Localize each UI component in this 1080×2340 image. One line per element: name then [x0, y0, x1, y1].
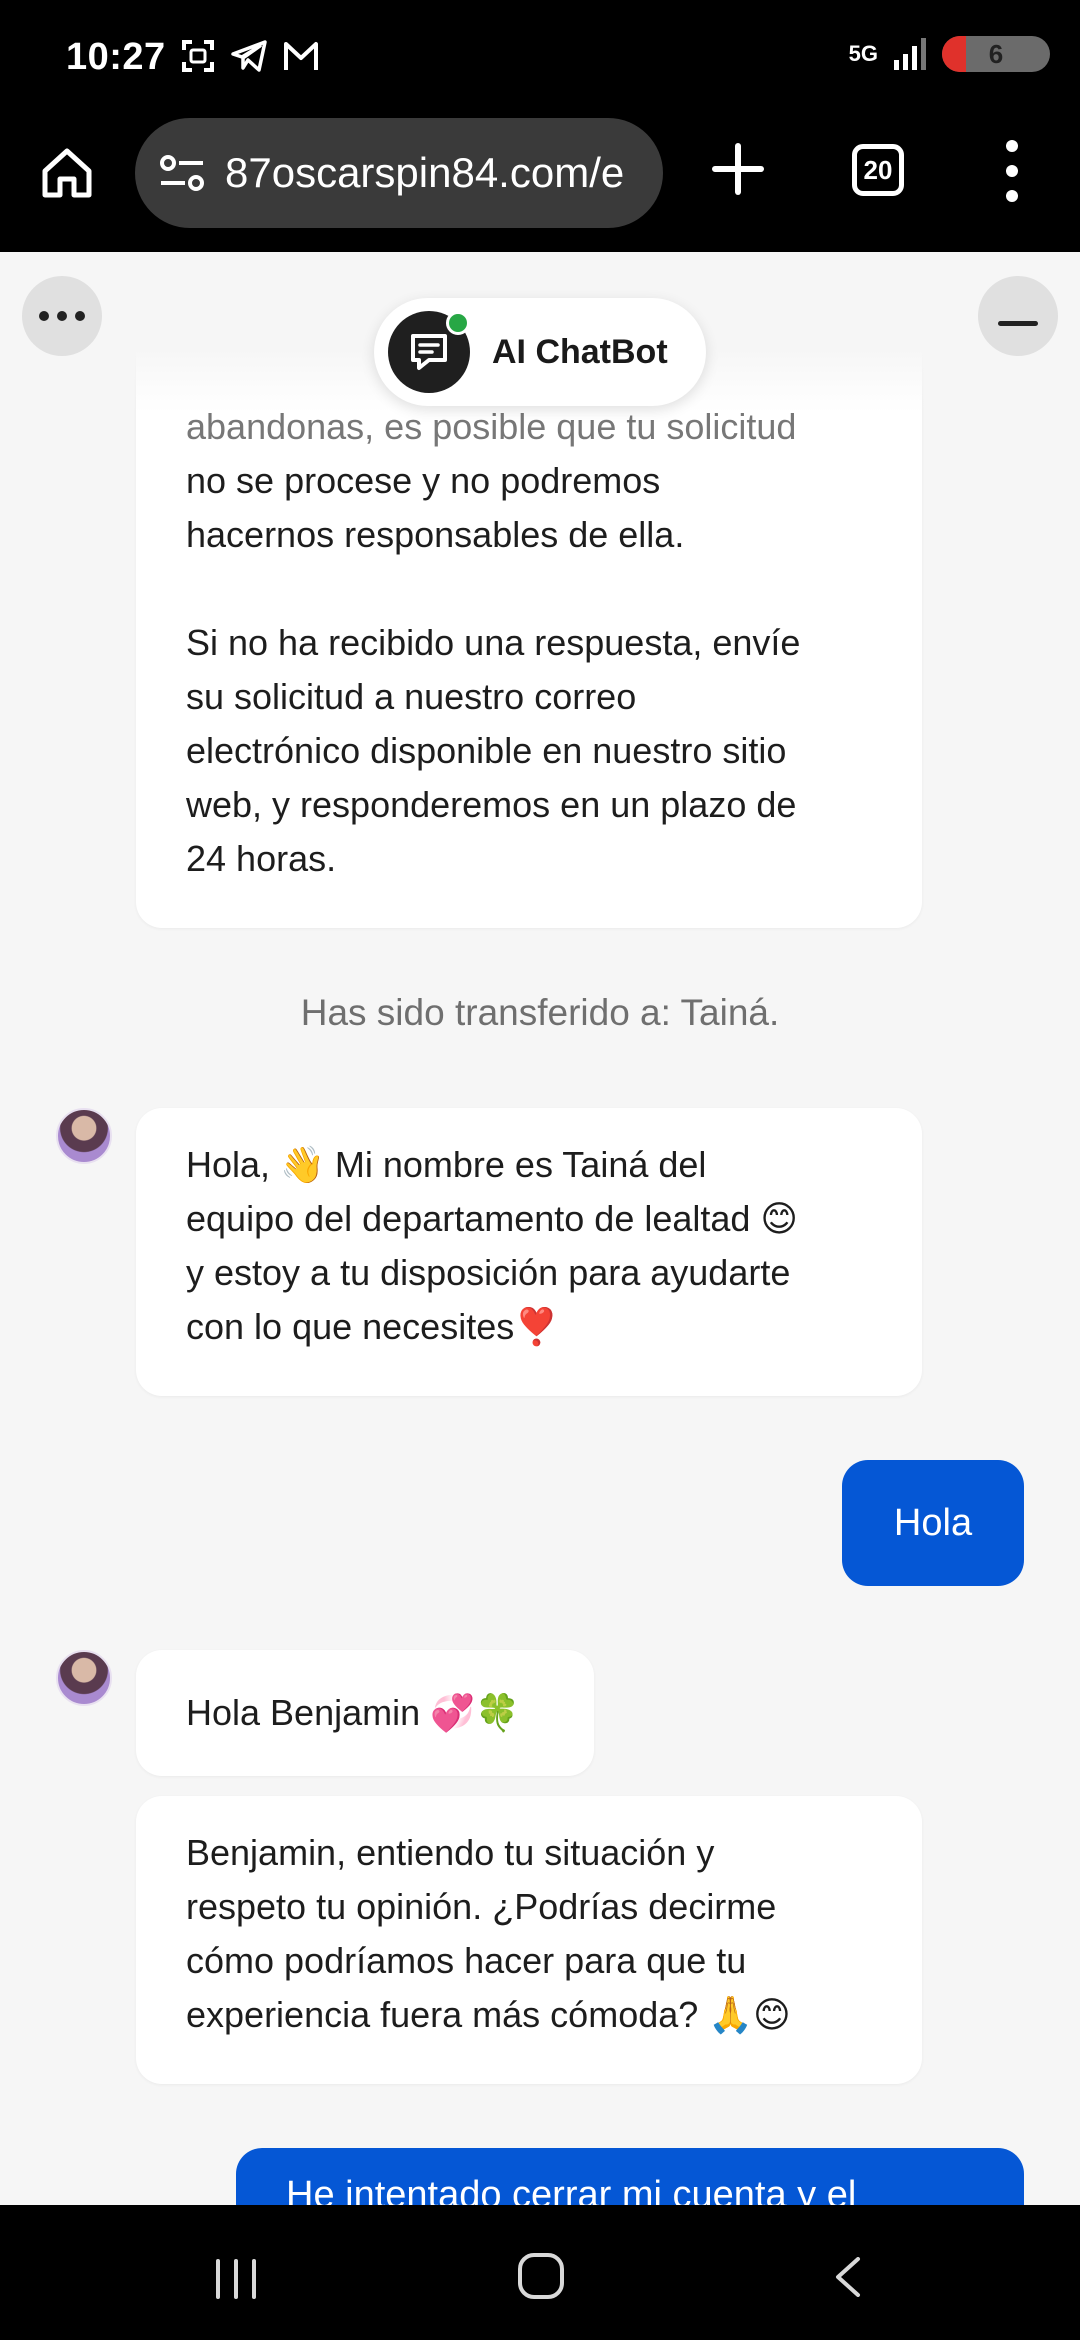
message-text: He intentado cerrar mi cuenta y el [286, 2174, 857, 2205]
message-text: Benjamin, entiendo tu situación y respet… [186, 1832, 791, 2035]
message-text: Hola Benjamin 💞🍀 [186, 1692, 520, 1733]
plus-icon [712, 143, 764, 195]
notification-icons [180, 38, 320, 74]
tab-switcher-button[interactable]: 20 [852, 144, 904, 196]
menu-dot-icon [1006, 165, 1018, 177]
home-nav-button[interactable] [518, 2253, 564, 2299]
minimize-chat-button[interactable] [978, 276, 1058, 356]
site-settings-icon[interactable] [159, 153, 205, 193]
recents-icon [234, 2259, 238, 2299]
dot-icon [39, 311, 49, 321]
gmail-icon [284, 42, 318, 70]
url-text: 87oscarspin84.com/e [225, 149, 625, 196]
home-icon [42, 148, 92, 198]
chatbot-header: AI ChatBot [374, 298, 706, 406]
user-message: He intentado cerrar mi cuenta y el [236, 2148, 1024, 2205]
recents-icon [252, 2259, 256, 2299]
recents-button[interactable] [216, 2259, 256, 2299]
online-status-dot [446, 311, 470, 335]
status-bar: 10:27 5G 6 [0, 0, 1080, 118]
menu-dot-icon [1006, 140, 1018, 152]
system-navigation-bar [0, 2205, 1080, 2340]
agent-message: Hola Benjamin 💞🍀 [136, 1650, 594, 1776]
agent-avatar [56, 1108, 112, 1164]
minimize-icon [998, 320, 1038, 326]
address-bar[interactable]: 87oscarspin84.com/e [135, 118, 663, 228]
menu-dot-icon [1006, 190, 1018, 202]
browser-toolbar: 87oscarspin84.com/e 20 [0, 118, 1080, 252]
recents-icon [216, 2259, 220, 2299]
user-message: Hola [842, 1460, 1024, 1586]
dot-icon [57, 311, 67, 321]
chat-bubble-icon [411, 334, 447, 370]
chatbot-title: AI ChatBot [492, 332, 668, 371]
screenshot-icon [182, 40, 214, 72]
browser-menu-button[interactable] [990, 140, 1034, 202]
agent-message: Hola, 👋 Mi nombre es Tainá del equipo de… [136, 1108, 922, 1396]
new-tab-button[interactable] [705, 136, 771, 202]
signal-icon [894, 38, 926, 70]
transfer-notice: Has sido transferido a: Tainá. [300, 992, 780, 1033]
home-button[interactable] [36, 142, 98, 204]
system-icons: 5G 6 [849, 36, 1050, 72]
status-time: 10:27 [66, 36, 166, 78]
network-type-icon: 5G [848, 41, 878, 66]
telegram-icon [231, 40, 267, 72]
dot-icon [75, 311, 85, 321]
back-button[interactable] [832, 2257, 862, 2297]
message-text: Hola, 👋 Mi nombre es Tainá del equipo de… [186, 1144, 798, 1347]
bot-avatar [388, 311, 470, 393]
battery-icon: 6 [942, 36, 1050, 72]
agent-message: Benjamin, entiendo tu situación y respet… [136, 1796, 922, 2084]
chat-window[interactable]: AI ChatBot abandonas, es posible que tu … [0, 252, 1080, 2205]
battery-level: 6 [988, 38, 1004, 69]
chat-options-button[interactable] [22, 276, 102, 356]
agent-avatar [56, 1650, 112, 1706]
message-text: no se procese y no podremos hacernos res… [186, 460, 801, 879]
